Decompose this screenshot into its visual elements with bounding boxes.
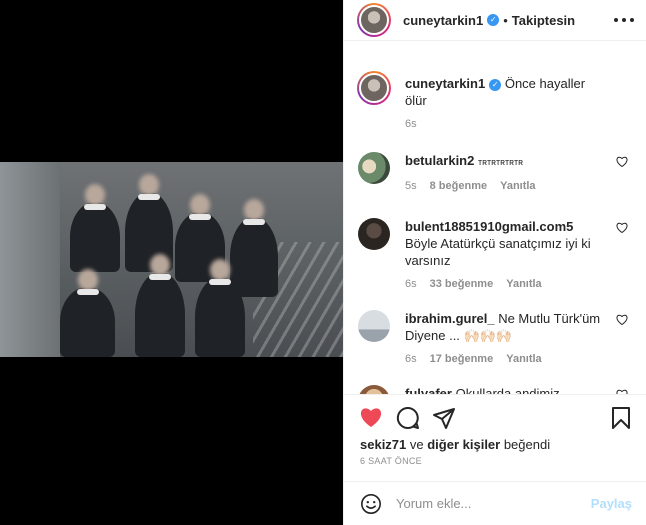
follow-status-button[interactable]: Takiptesin — [512, 13, 575, 28]
comment-text: Böyle Atatürkçü sanatçımız iyi ki varsın… — [405, 236, 591, 268]
comment-item: bulent18851910gmail.com5 Böyle Atatürkçü… — [344, 218, 646, 290]
verified-icon: ✓ — [489, 78, 502, 91]
likes-suffix: beğendi — [500, 437, 551, 452]
commenter-avatar[interactable] — [358, 310, 390, 342]
comment-username[interactable]: ibrahim.gurel_ — [405, 311, 495, 326]
video-figure — [135, 272, 185, 357]
post-header: cuneytarkin1 ✓ • Takiptesin — [344, 0, 646, 41]
like-comment-heart-icon[interactable] — [616, 222, 628, 233]
comment-input[interactable] — [396, 496, 586, 511]
comment-time: 6s — [405, 278, 417, 290]
verified-icon: ✓ — [487, 14, 500, 26]
reply-button[interactable]: Yanıtla — [506, 353, 541, 365]
comments-list[interactable]: cuneytarkin1 ✓ Önce hayaller ölür 6s betu… — [344, 57, 646, 395]
comment-item: betularkin2 ᴛʀᴛʀᴛʀᴛʀᴛʀ 5s 8 beğenme Yanı… — [344, 152, 646, 192]
comment-username[interactable]: bulent18851910gmail.com5 — [405, 219, 573, 234]
liker-username[interactable]: sekiz71 — [360, 437, 406, 452]
commenter-avatar[interactable] — [358, 218, 390, 250]
comment-text: ᴛʀᴛʀᴛʀᴛʀᴛʀ — [477, 157, 523, 167]
comment-time: 6s — [405, 353, 417, 365]
other-likers[interactable]: diğer kişiler — [427, 437, 500, 452]
heart-icon[interactable] — [359, 406, 383, 428]
reply-button[interactable]: Yanıtla — [506, 278, 541, 290]
comment-icon[interactable] — [396, 406, 420, 430]
reply-button[interactable]: Yanıtla — [500, 180, 535, 192]
author-username[interactable]: cuneytarkin1 — [403, 13, 483, 28]
comment-username[interactable]: betularkin2 — [405, 153, 474, 168]
author-avatar[interactable] — [357, 3, 391, 37]
video-background — [0, 162, 60, 357]
post-caption: cuneytarkin1 ✓ Önce hayaller ölür 6s — [344, 57, 646, 130]
like-comment-heart-icon[interactable] — [616, 156, 628, 167]
comment-likes[interactable]: 17 beğenme — [430, 353, 494, 365]
emoji-icon[interactable] — [360, 493, 382, 515]
comment-likes[interactable]: 8 beğenme — [430, 180, 487, 192]
caption-time: 6s — [405, 118, 417, 130]
comment-time: 5s — [405, 180, 417, 192]
post-comment-button[interactable]: Paylaş — [591, 496, 632, 511]
video-figure — [60, 287, 115, 357]
post-media[interactable] — [0, 0, 343, 525]
share-icon[interactable] — [432, 406, 456, 430]
bookmark-icon[interactable] — [611, 406, 631, 430]
video-player[interactable] — [0, 162, 343, 357]
comment-likes[interactable]: 33 beğenme — [430, 278, 494, 290]
comment-item: ibrahim.gurel_ Ne Mutlu Türk'üm Diyene .… — [344, 310, 646, 365]
post-actions: sekiz71 ve diğer kişiler beğendi 6 SAAT … — [344, 394, 646, 480]
caption-username[interactable]: cuneytarkin1 — [405, 76, 485, 91]
post-time: 6 SAAT ÖNCE — [360, 456, 422, 466]
likes-connector: ve — [406, 437, 428, 452]
video-figure — [70, 202, 120, 272]
video-figure — [230, 217, 278, 297]
caption-avatar[interactable] — [357, 71, 391, 105]
like-comment-heart-icon[interactable] — [616, 314, 628, 325]
commenter-avatar[interactable] — [358, 152, 390, 184]
separator-dot: • — [503, 12, 508, 28]
post-side-panel: cuneytarkin1 ✓ • Takiptesin cuneytarkin1… — [343, 0, 646, 525]
add-comment-bar: Paylaş — [344, 481, 646, 525]
likes-summary[interactable]: sekiz71 ve diğer kişiler beğendi — [360, 437, 550, 452]
more-options-icon[interactable] — [614, 12, 634, 28]
video-figure — [195, 277, 245, 357]
